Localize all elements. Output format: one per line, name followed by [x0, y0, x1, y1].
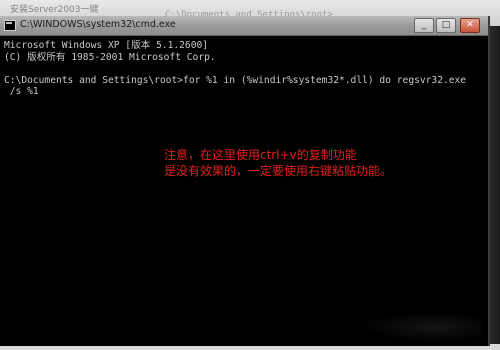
annotation-note-line2: 是没有效果的，一定要使用右键粘贴功能。 [164, 164, 393, 178]
console-output[interactable]: Microsoft Windows XP [版本 5.1.2600] (C) 版… [0, 36, 488, 346]
background-caption: 安装Server2003一键 [10, 5, 99, 15]
console-command-continuation: /s %1 [4, 86, 39, 97]
minimize-button[interactable]: _ [414, 18, 434, 33]
console-command-line: C:\Documents and Settings\root>for %1 in… [4, 74, 467, 86]
window-titlebar[interactable]: C:\WINDOWS\system32\cmd.exe _ □ ✕ [0, 16, 488, 36]
close-button[interactable]: ✕ [460, 18, 480, 33]
window-title: C:\WINDOWS\system32\cmd.exe [20, 19, 176, 30]
annotation-note-line1: 注意，在这里使用ctrl+v的复制功能 [164, 148, 357, 162]
console-line: Microsoft Windows XP [版本 5.1.2600] [4, 40, 209, 51]
cmd-window[interactable]: C:\WINDOWS\system32\cmd.exe _ □ ✕ Micros… [0, 16, 490, 346]
console-line: (C) 版权所有 1985-2001 Microsoft Corp. [4, 51, 216, 63]
cmd-icon[interactable] [4, 20, 16, 31]
maximize-button[interactable]: □ [436, 18, 456, 33]
watermark [362, 312, 482, 342]
